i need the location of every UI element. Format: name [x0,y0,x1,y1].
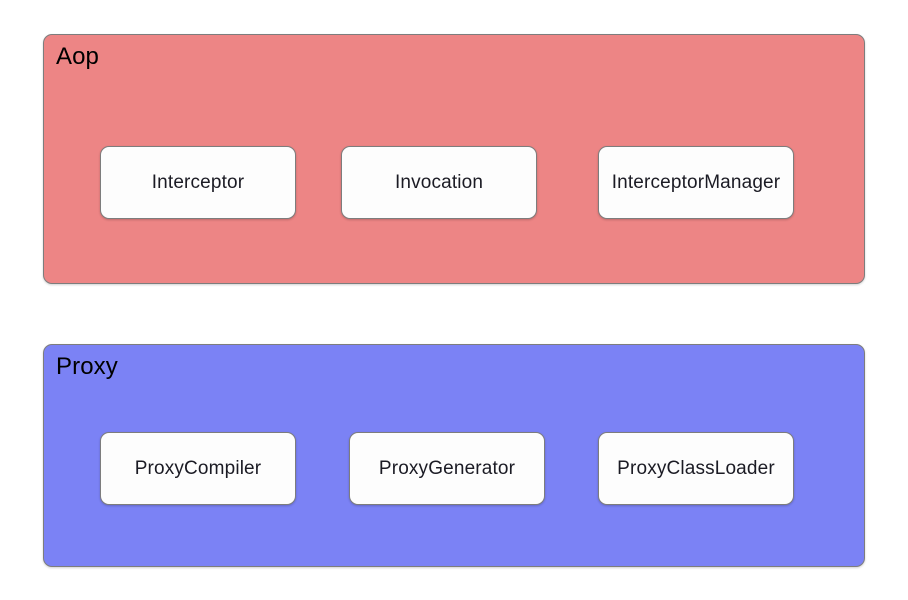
group-proxy[interactable]: Proxy ProxyCompiler ProxyGenerator Proxy… [43,344,865,567]
node-proxy-class-loader-label: ProxyClassLoader [617,458,775,479]
node-proxy-compiler[interactable]: ProxyCompiler [100,432,296,505]
group-aop[interactable]: Aop Interceptor Invocation InterceptorMa… [43,34,865,284]
group-proxy-title: Proxy [56,353,118,380]
node-interceptor-manager[interactable]: InterceptorManager [598,146,794,219]
node-proxy-class-loader[interactable]: ProxyClassLoader [598,432,794,505]
node-interceptor[interactable]: Interceptor [100,146,296,219]
node-invocation[interactable]: Invocation [341,146,537,219]
node-proxy-generator[interactable]: ProxyGenerator [349,432,545,505]
node-interceptor-manager-label: InterceptorManager [611,172,781,193]
node-proxy-generator-label: ProxyGenerator [378,458,516,479]
node-interceptor-label: Interceptor [151,172,245,193]
node-proxy-compiler-label: ProxyCompiler [134,458,262,479]
group-aop-title: Aop [56,43,100,70]
diagram-canvas: Aop Interceptor Invocation InterceptorMa… [0,0,908,600]
node-invocation-label: Invocation [394,172,484,193]
